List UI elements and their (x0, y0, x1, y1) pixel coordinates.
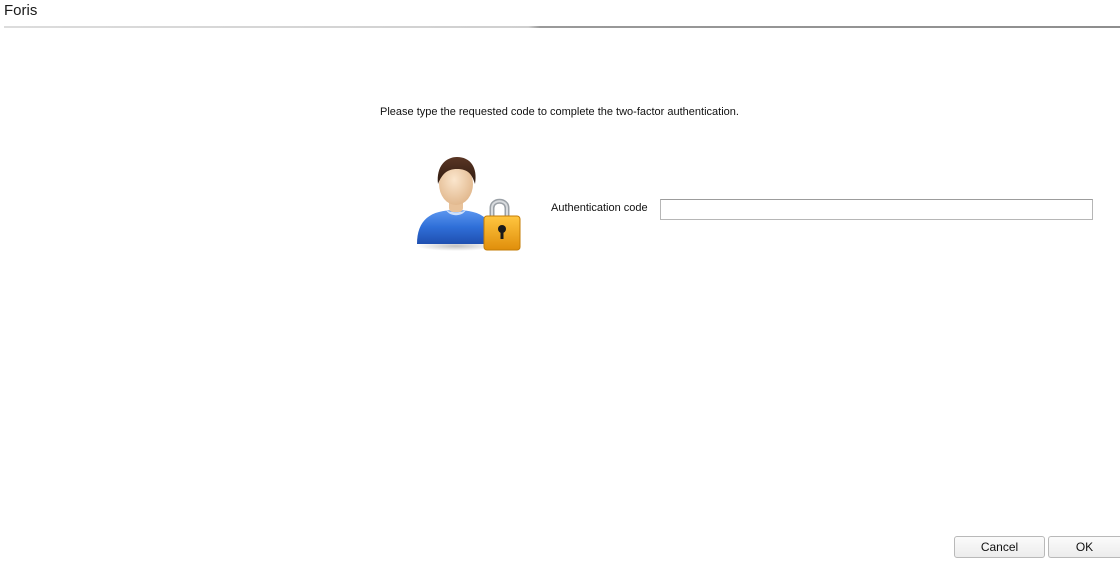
authentication-code-label: Authentication code (551, 202, 648, 214)
title-divider (4, 26, 1120, 28)
window-title: Foris (4, 2, 38, 19)
instruction-text: Please type the requested code to comple… (380, 106, 739, 118)
auth-dialog: Foris Please type the requested code to … (0, 0, 1120, 578)
authentication-code-input[interactable] (660, 199, 1093, 220)
cancel-button[interactable]: Cancel (954, 536, 1045, 558)
ok-button[interactable]: OK (1048, 536, 1120, 558)
user-with-padlock-icon (416, 157, 521, 251)
